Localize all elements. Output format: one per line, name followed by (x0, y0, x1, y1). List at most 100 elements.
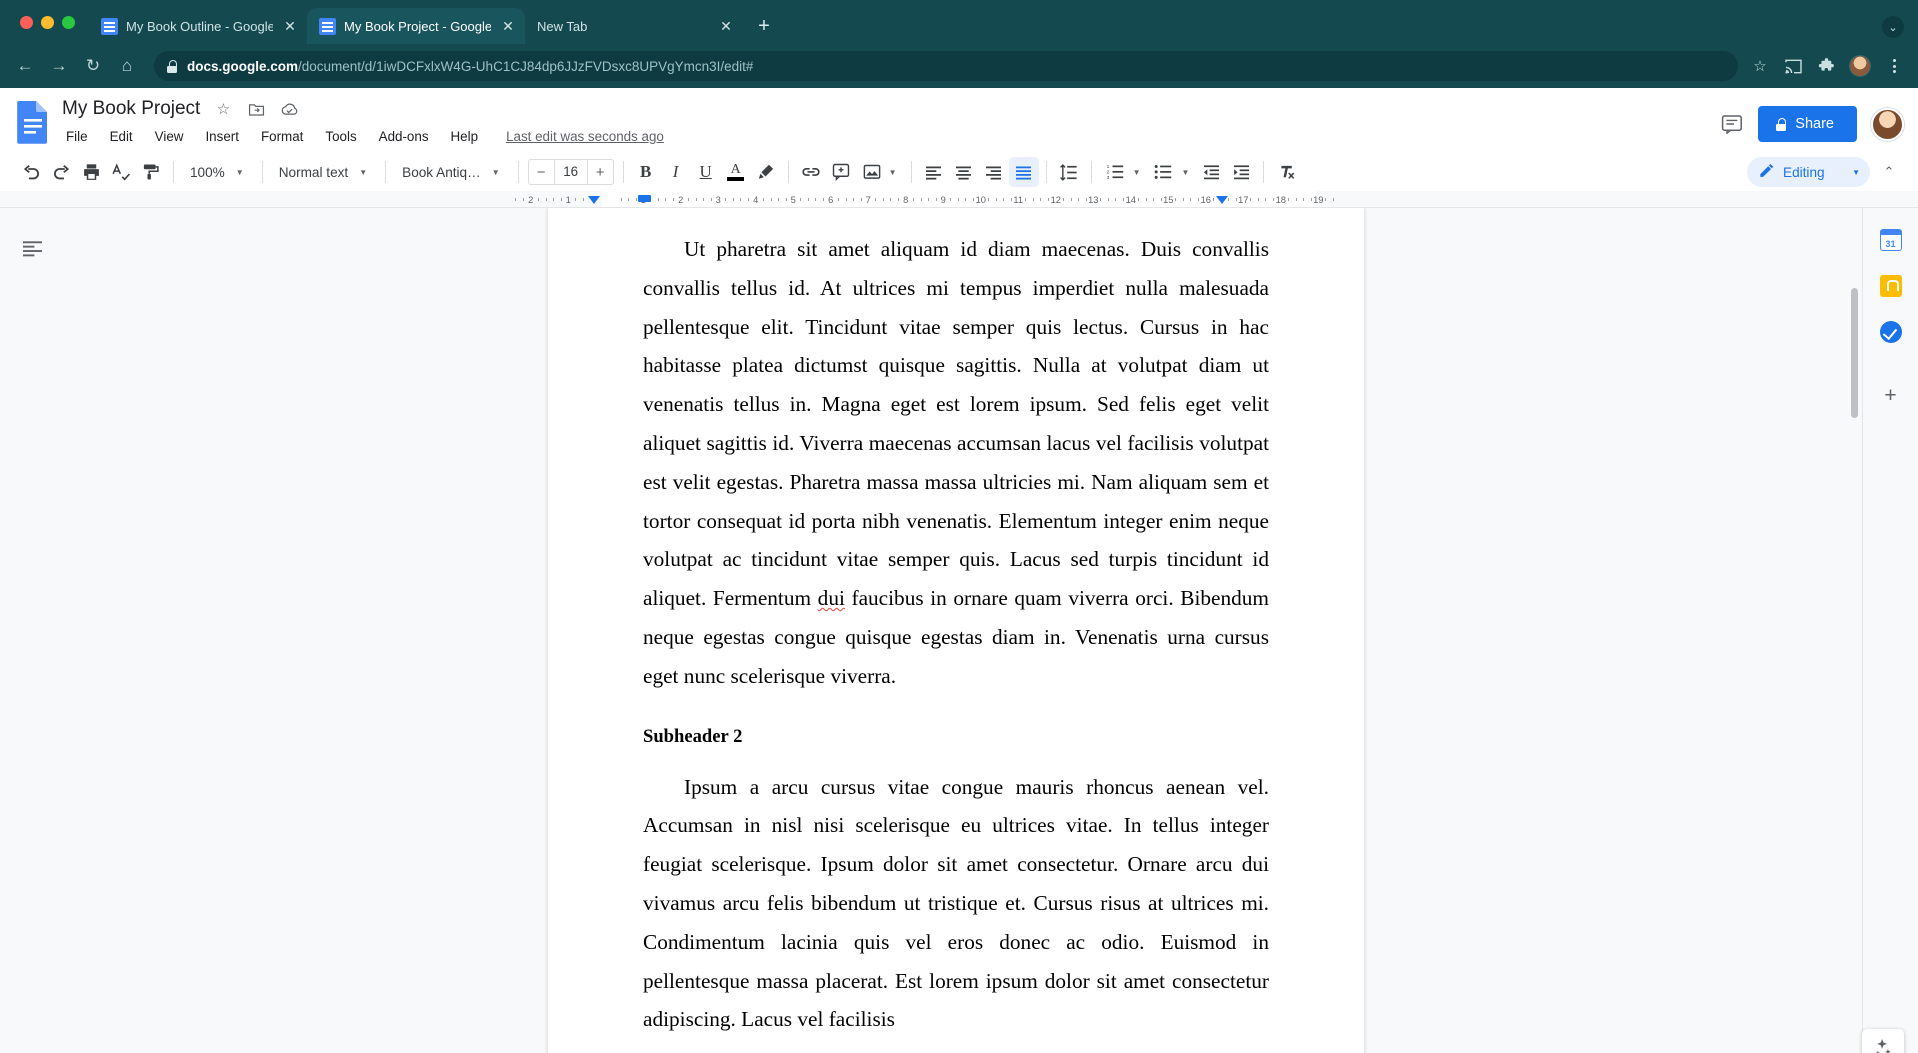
line-spacing-button[interactable] (1054, 157, 1084, 187)
document-ruler[interactable]: 2 1 1 2 3 4 5 6 7 8 9 10 11 12 13 14 15 … (0, 191, 1918, 208)
reload-button[interactable]: ↻ (78, 51, 108, 81)
star-icon[interactable]: ☆ (213, 99, 233, 119)
menu-tools[interactable]: Tools (322, 127, 359, 146)
share-button[interactable]: Share (1758, 106, 1857, 142)
close-tab-icon[interactable]: ✕ (499, 17, 517, 35)
chrome-cast-icon[interactable] (1783, 56, 1803, 76)
document-page[interactable]: Ut pharetra sit amet aliquam id diam mae… (548, 208, 1364, 1053)
italic-button[interactable]: I (661, 157, 691, 187)
underline-button[interactable]: U (691, 157, 721, 187)
numbered-list-icon[interactable]: 123 (1103, 157, 1128, 187)
move-to-folder-icon[interactable] (246, 99, 266, 119)
bulleted-list-icon[interactable] (1151, 157, 1176, 187)
document-canvas[interactable]: Ut pharetra sit amet aliquam id diam mae… (64, 208, 1862, 1053)
vertical-scrollbar[interactable] (1849, 208, 1859, 1053)
insert-image-select[interactable]: ▼ (856, 157, 904, 187)
extensions-puzzle-icon[interactable] (1816, 56, 1836, 76)
maximize-window-button[interactable] (62, 15, 75, 29)
document-text-body[interactable]: Ut pharetra sit amet aliquam id diam mae… (643, 208, 1269, 1039)
minimize-window-button[interactable] (41, 15, 54, 29)
google-tasks-icon[interactable] (1877, 318, 1905, 346)
home-button[interactable]: ⌂ (112, 51, 142, 81)
undo-icon[interactable] (16, 157, 46, 187)
add-addon-icon[interactable]: + (1877, 382, 1905, 410)
numbered-list-select[interactable]: 123 ▼ (1099, 157, 1148, 187)
menu-file[interactable]: File (63, 127, 91, 146)
cloud-saved-icon[interactable] (279, 99, 299, 119)
redo-icon[interactable] (46, 157, 76, 187)
align-left-button[interactable] (919, 157, 949, 187)
left-indent-marker[interactable] (588, 196, 600, 204)
align-justify-button[interactable] (1008, 157, 1039, 187)
last-edit-status[interactable]: Last edit was seconds ago (506, 129, 664, 144)
browser-tab-my-book-project[interactable]: My Book Project - Google Docs ✕ (307, 8, 525, 44)
menu-edit[interactable]: Edit (107, 127, 136, 146)
font-size-input[interactable]: 16 (553, 160, 588, 184)
scrollbar-thumb[interactable] (1851, 288, 1858, 418)
close-tab-icon[interactable]: ✕ (717, 17, 735, 35)
spellcheck-icon[interactable] (106, 157, 136, 187)
hide-menus-button[interactable]: ⌃ (1874, 157, 1904, 187)
chrome-profile-avatar[interactable] (1849, 55, 1871, 77)
insert-image-icon[interactable] (860, 157, 884, 187)
right-indent-marker[interactable] (1216, 196, 1228, 204)
paragraph-2[interactable]: Ipsum a arcu cursus vitae congue mauris … (643, 750, 1269, 1040)
increase-indent-button[interactable] (1226, 157, 1256, 187)
menu-help[interactable]: Help (448, 127, 482, 146)
menu-view[interactable]: View (152, 127, 187, 146)
ruler-number: 3 (715, 194, 721, 205)
chevron-down-icon[interactable]: ⌄ (1882, 16, 1904, 38)
bold-button[interactable]: B (631, 157, 661, 187)
document-outline-icon[interactable] (20, 237, 44, 261)
decrease-indent-button[interactable] (1196, 157, 1226, 187)
text-color-button[interactable]: A (721, 157, 751, 187)
browser-tab-new-tab[interactable]: New Tab ✕ (525, 8, 743, 44)
clear-formatting-button[interactable] (1271, 157, 1301, 187)
font-family-select[interactable]: Book Antiq… ▼ (393, 157, 511, 187)
ruler-number: 9 (940, 194, 946, 205)
menu-add-ons[interactable]: Add-ons (376, 127, 432, 146)
explore-button[interactable] (1862, 1029, 1904, 1053)
paragraph-style-select[interactable]: Normal text ▼ (270, 157, 378, 187)
google-keep-icon[interactable] (1877, 272, 1905, 300)
user-avatar[interactable] (1871, 107, 1904, 141)
menu-format[interactable]: Format (258, 127, 306, 146)
toolbar-divider (173, 161, 174, 183)
highlight-color-button[interactable] (751, 157, 781, 187)
paragraph-1[interactable]: Ut pharetra sit amet aliquam id diam mae… (643, 208, 1269, 696)
add-comment-icon[interactable] (826, 157, 856, 187)
window-controls[interactable] (12, 0, 89, 44)
ruler-tick-12: 12 (1037, 191, 1075, 207)
google-docs-logo-icon[interactable] (16, 100, 52, 146)
forward-button[interactable]: → (44, 51, 74, 81)
insert-link-icon[interactable] (796, 157, 826, 187)
svg-text:1: 1 (1106, 164, 1109, 170)
back-button[interactable]: ← (10, 51, 40, 81)
close-window-button[interactable] (20, 15, 33, 29)
browser-tab-my-book-outline[interactable]: My Book Outline - Google Docs ✕ (89, 8, 307, 44)
print-icon[interactable] (76, 157, 106, 187)
editing-mode-button[interactable]: Editing ▼ (1747, 157, 1870, 187)
misspelled-word[interactable]: dui (818, 586, 845, 610)
new-tab-button[interactable]: + (749, 11, 779, 41)
google-calendar-icon[interactable]: 31 (1877, 226, 1905, 254)
comment-history-icon[interactable] (1720, 112, 1744, 136)
chrome-menu-icon[interactable] (1884, 56, 1904, 76)
menu-insert[interactable]: Insert (202, 127, 242, 146)
zoom-level-select[interactable]: 100% ▼ (181, 157, 255, 187)
first-line-indent-marker[interactable] (638, 195, 651, 202)
align-right-button[interactable] (979, 157, 1009, 187)
address-bar[interactable]: docs.google.com/document/d/1iwDCFxlxW4G-… (154, 51, 1738, 81)
close-tab-icon[interactable]: ✕ (281, 17, 299, 35)
font-size-decrease-button[interactable]: − (529, 160, 554, 184)
bulleted-list-select[interactable]: ▼ (1147, 157, 1196, 187)
toolbar-divider (622, 161, 624, 183)
subheader-2[interactable]: Subheader 2 (643, 724, 1269, 750)
align-center-button[interactable] (949, 157, 979, 187)
bookmark-star-icon[interactable]: ☆ (1750, 56, 1770, 76)
ruler-number: 8 (903, 194, 909, 205)
document-title[interactable]: My Book Project (62, 98, 200, 120)
paint-format-icon[interactable] (136, 157, 166, 187)
font-size-increase-button[interactable]: + (588, 160, 613, 184)
font-size-stepper[interactable]: − 16 + (527, 159, 614, 185)
